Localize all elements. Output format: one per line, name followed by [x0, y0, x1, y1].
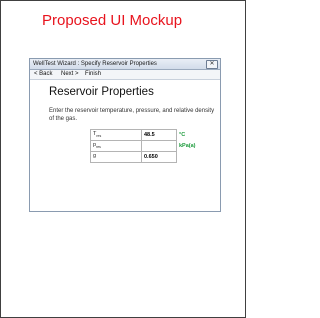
- wizard-content: Reservoir Properties Enter the reservoir…: [30, 80, 220, 211]
- table-row-temperature: Tres 48.5 °C: [90, 128, 206, 142]
- back-button[interactable]: < Back: [34, 71, 53, 78]
- relative-density-unit: [177, 152, 206, 163]
- reservoir-properties-table: Tres 48.5 °C pres kPa(a) g 0.650: [90, 128, 206, 164]
- next-button[interactable]: Next >: [61, 71, 79, 78]
- window-title: WellTest Wizard : Specify Reservoir Prop…: [33, 61, 157, 67]
- temperature-unit: °C: [179, 132, 186, 139]
- close-icon[interactable]: ✕: [206, 60, 218, 69]
- pressure-unit: kPa(a): [179, 143, 196, 150]
- wizard-nav-bar: < Back Next > Finish: [30, 70, 220, 80]
- finish-button[interactable]: Finish: [85, 71, 101, 78]
- instructions-text: Enter the reservoir temperature, pressur…: [49, 108, 215, 122]
- table-row-pressure: pres kPa(a): [90, 140, 206, 153]
- window-titlebar[interactable]: WellTest Wizard : Specify Reservoir Prop…: [30, 59, 220, 70]
- mockup-page: Proposed UI Mockup WellTest Wizard : Spe…: [0, 0, 246, 318]
- relative-density-input[interactable]: 0.650: [141, 151, 177, 164]
- property-name-pressure: pres: [90, 140, 142, 153]
- wizard-window: WellTest Wizard : Specify Reservoir Prop…: [29, 58, 221, 212]
- temperature-input[interactable]: 48.5: [141, 128, 177, 142]
- mockup-heading: Proposed UI Mockup: [42, 12, 183, 29]
- page-title: Reservoir Properties: [49, 86, 154, 98]
- property-name-temperature: Tres: [90, 128, 142, 142]
- table-row-relative-density: g 0.650: [90, 151, 206, 164]
- property-name-relative-density: g: [90, 151, 142, 164]
- pressure-input[interactable]: [141, 140, 177, 153]
